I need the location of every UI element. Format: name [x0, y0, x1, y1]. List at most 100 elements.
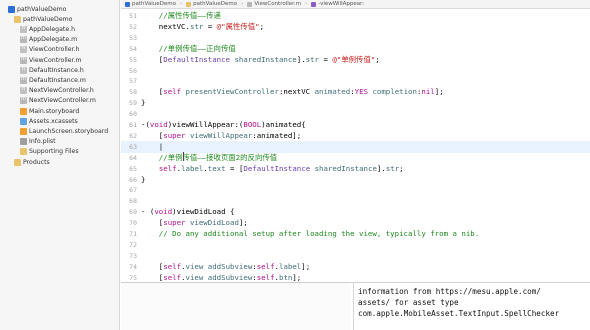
navigator-item[interactable]: pathValueDemo [8, 14, 72, 24]
code-token-plain: ]; [292, 272, 302, 282]
breadcrumb-item[interactable]: -viewWillAppear: [311, 1, 364, 7]
code-token-method: view [185, 272, 204, 282]
code-token-method: animated [314, 87, 351, 97]
code-token-method: completion [372, 87, 417, 97]
navigator-item-label: Main.storyboard [29, 107, 80, 115]
code-token-plain: | [141, 141, 164, 151]
breadcrumb-label: -viewWillAppear: [318, 1, 365, 7]
chevron-right-icon: › [305, 1, 308, 7]
code-token-keyword: BOOL [243, 120, 262, 129]
code-token-method: presentViewController [185, 87, 279, 97]
navigator-item-label: LaunchScreen.storyboard [29, 127, 109, 135]
navigator-item[interactable]: DefaultInstance.m [14, 75, 86, 85]
variables-view [121, 283, 351, 330]
debug-area: information from https://mesu.apple.com/… [121, 282, 590, 330]
console-line: assets/ for asset type [358, 298, 459, 307]
text-cursor-icon [183, 152, 187, 161]
header-file-icon [20, 45, 27, 54]
code-token-keyword: self [163, 272, 182, 282]
breadcrumb-item[interactable]: pathValueDemo [186, 1, 237, 7]
code-token-plain: [ [141, 87, 164, 97]
code-token-plain: )viewDidLoad { [172, 207, 235, 217]
console-output[interactable]: information from https://mesu.apple.com/… [353, 283, 590, 330]
navigator-item-label: pathValueDemo [23, 15, 73, 23]
code-token-method: addSubview [207, 272, 253, 282]
code-token-plain: ; [399, 163, 404, 173]
code-token-plain: [ [141, 272, 164, 282]
code-token-plain: )animated{ [261, 120, 306, 129]
navigator-item[interactable]: NextViewController.h [14, 86, 94, 96]
folder-icon [14, 15, 21, 23]
line-number: 75 [129, 273, 137, 282]
code-token-method: sharedInstance [314, 163, 377, 173]
code-token-keyword: self [158, 163, 177, 173]
project-icon [8, 5, 15, 13]
navigator-item[interactable]: LaunchScreen.storyboard [14, 126, 108, 136]
navigator-item-label: AppDelegate.m [29, 36, 78, 44]
code-token-comment: //单例传值——接收页面2的反向传值 [141, 152, 278, 162]
code-token-keyword: self [163, 261, 182, 271]
navigator-item[interactable]: Supporting Files [14, 147, 79, 157]
code-token-plain: - ( [141, 207, 155, 217]
folder-icon [14, 158, 21, 166]
header-file-icon [20, 25, 27, 33]
code-token-plain: ; [259, 21, 265, 31]
navigator-item-label: Products [23, 158, 50, 166]
source-editor[interactable]: 51 //属性传值——传递 52 nextVC.str = @"属性传值"; 53 5… [121, 9, 590, 282]
navigator-item[interactable]: Info.plist [14, 137, 56, 147]
code-line[interactable]: 75 [self.view addSubview:self.btn]; [121, 272, 590, 282]
breadcrumb-item[interactable]: pathValueDemo [125, 1, 176, 7]
code-token-method: btn [279, 272, 293, 282]
plist-icon [20, 138, 27, 146]
code-token-keyword: self [163, 87, 182, 97]
code-token-type: DefaultInstance [243, 163, 311, 173]
code-token-method: text [207, 163, 226, 173]
navigator-item[interactable]: AppDelegate.h [14, 24, 75, 34]
navigator-item-label: NextViewController.m [29, 97, 96, 105]
navigator-item[interactable]: ViewController.m [14, 55, 82, 65]
navigator-item-label: DefaultInstance.h [29, 66, 84, 74]
code-token-plain: nextVC. [141, 21, 190, 31]
code-token-method: view [185, 261, 204, 271]
navigator-item-label: NextViewController.h [29, 87, 94, 95]
code-token-plain: [ [141, 54, 164, 64]
code-token-keyword: void [154, 207, 173, 217]
code-token-plain: = [ [225, 163, 244, 173]
code-token-plain: [ [141, 130, 164, 140]
navigator-item[interactable]: Products [8, 157, 50, 167]
navigator-item[interactable]: Assets.xcassets [14, 116, 78, 126]
code-token-plain: ; [375, 54, 380, 64]
navigator-item[interactable]: Main.storyboard [14, 106, 79, 116]
code-token-plain: [ [141, 218, 164, 228]
navigator-item-label: ViewController.m [29, 56, 82, 64]
breadcrumb-item[interactable]: ViewController.m [247, 1, 301, 7]
code-token-type: DefaultInstance [163, 54, 230, 64]
file-icon [247, 1, 253, 7]
code-token-keyword: super [163, 218, 186, 228]
navigator-item[interactable]: pathValueDemo [2, 4, 66, 14]
code-token-method: viewWillAppear [189, 130, 253, 140]
navigator-item[interactable]: ViewController.h [14, 45, 79, 55]
chevron-right-icon: › [241, 1, 244, 7]
navigator-item[interactable]: NextViewController.m [14, 96, 96, 106]
header-file-icon [20, 66, 27, 74]
navigator-item[interactable]: AppDelegate.m [14, 35, 77, 45]
breadcrumb-label: ViewController.m [254, 1, 302, 7]
navigator-item-label: ViewController.h [29, 46, 80, 54]
code-token-string: @"属性传值" [216, 21, 260, 31]
code-token-method: sharedInstance [234, 54, 297, 64]
code-token-plain: [ [141, 261, 164, 271]
jump-bar: pathValueDemo › pathValueDemo › ViewControll… [121, 0, 590, 9]
code-token-keyword: void [149, 120, 168, 129]
navigator-item-label: Assets.xcassets [29, 117, 78, 125]
code-token-method: str [305, 54, 320, 64]
code-token-keyword: nil [421, 87, 435, 97]
code-token-plain: )viewWillAppear:( [167, 120, 244, 129]
file-icon [311, 1, 317, 7]
code-token-plain: ]; [434, 87, 444, 97]
navigator-item[interactable]: DefaultInstance.h [14, 65, 84, 75]
code-text: [self.view addSubview:self.btn]; [141, 272, 301, 282]
implementation-file-icon [20, 56, 27, 64]
breadcrumb-label: pathValueDemo [193, 1, 238, 7]
